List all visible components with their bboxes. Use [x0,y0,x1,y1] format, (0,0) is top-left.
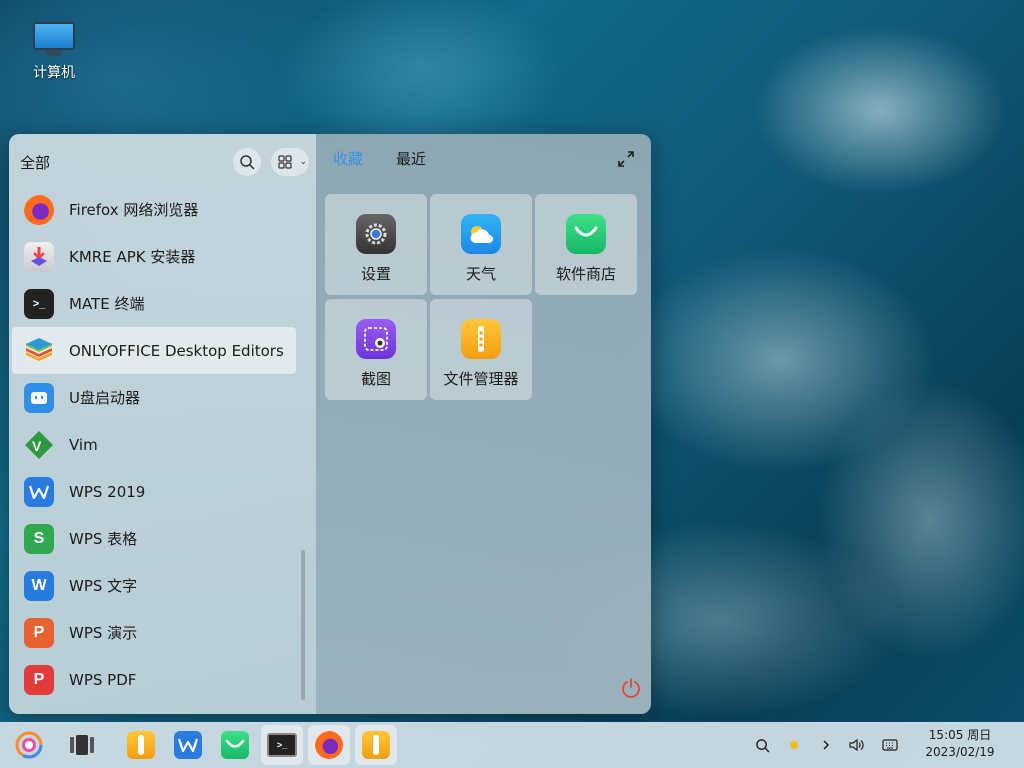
tray-search-button[interactable] [752,735,772,755]
favorites-pane: 收藏 最近 设置 天气 软件商店 截图 文件管理器 [316,134,651,714]
software-store-icon [221,731,249,759]
software-store-icon [566,214,606,254]
tab-favorites[interactable]: 收藏 [333,148,363,169]
app-label: Vim [69,435,98,454]
file-manager-taskbar-button[interactable] [120,725,162,765]
favorite-tile-settings[interactable]: 设置 [325,194,427,295]
app-item-wps-spreadsheet[interactable]: S WPS 表格 [12,515,296,562]
terminal-icon: >_ [24,288,54,319]
clock[interactable]: 15:05 周日 2023/02/19 [918,727,1002,761]
view-mode-button[interactable]: ⌄ [271,148,309,176]
file-manager-icon [127,731,155,759]
app-label: KMRE APK 安装器 [69,248,196,266]
app-item-firefox[interactable]: Firefox 网络浏览器 [12,186,296,233]
app-label: ONLYOFFICE Desktop Editors [69,341,284,360]
all-apps-title: 全部 [20,154,51,172]
volume-icon [849,738,864,752]
app-item-wps-writer[interactable]: W WPS 文字 [12,562,296,609]
app-list: Firefox 网络浏览器 KMRE APK 安装器 >_ MATE 终端 ON… [12,186,296,703]
favorite-tile-weather[interactable]: 天气 [430,194,532,295]
software-store-taskbar-button[interactable] [214,725,256,765]
app-label: U盘启动器 [69,389,140,407]
wps-icon [174,731,202,759]
tray-volume-button[interactable] [847,735,867,755]
wps-taskbar-button[interactable] [167,725,209,765]
taskbar: >_ 15:05 周日 2023/02/19 [0,722,1024,768]
wps-writer-icon: W [24,570,54,601]
file-manager-window-button[interactable] [355,725,397,765]
app-label: MATE 终端 [69,295,145,313]
svg-text:V: V [32,438,42,454]
clock-date: 2023/02/19 [925,745,995,759]
app-item-kmre-apk-installer[interactable]: KMRE APK 安装器 [12,233,296,280]
favorite-tile-screenshot[interactable]: 截图 [325,299,427,400]
tile-label: 文件管理器 [443,370,519,388]
tab-recent[interactable]: 最近 [396,148,426,169]
weather-icon [461,214,501,254]
firefox-taskbar-button[interactable] [308,725,350,765]
start-menu: 全部 ⌄ Firefox 网络浏览器 KMRE APK 安装器 >_ MATE … [9,134,651,714]
wps-pdf-icon: P [24,664,54,695]
apk-installer-icon [24,241,54,272]
multitask-view-button[interactable] [61,725,103,765]
wps-presentation-icon: P [24,617,54,648]
night-mode-icon [790,741,798,749]
fullscreen-icon[interactable] [617,150,635,168]
search-icon [240,155,255,170]
app-item-usb-boot[interactable]: U盘启动器 [12,374,296,421]
power-icon[interactable] [620,677,642,699]
tile-label: 天气 [465,265,496,283]
favorites-tabs: 收藏 最近 [316,148,651,172]
chevron-down-icon: ⌄ [299,157,307,167]
wps-icon [24,476,54,507]
all-apps-pane: 全部 ⌄ Firefox 网络浏览器 KMRE APK 安装器 >_ MATE … [9,134,316,714]
tile-label: 软件商店 [555,265,616,283]
onlyoffice-icon [24,336,54,366]
app-label: Firefox 网络浏览器 [69,201,199,219]
tray-night-mode-button[interactable] [784,735,804,755]
file-manager-icon [362,731,390,759]
app-label: WPS PDF [69,670,137,689]
firefox-icon [315,731,343,759]
app-item-onlyoffice[interactable]: ONLYOFFICE Desktop Editors [12,327,296,374]
app-label: WPS 表格 [69,530,138,548]
computer-icon [33,22,75,56]
keyboard-icon [882,739,898,751]
terminal-icon: >_ [267,733,297,757]
kylin-logo-icon [15,731,43,759]
search-icon [755,738,769,752]
app-item-wps-2019[interactable]: WPS 2019 [12,468,296,515]
multitask-icon [70,735,94,755]
vim-icon: V [24,430,54,460]
app-item-wps-pdf[interactable]: P WPS PDF [12,656,296,703]
tile-label: 截图 [360,370,391,388]
start-menu-button[interactable] [8,725,50,765]
app-list-scrollbar[interactable] [301,550,305,700]
terminal-taskbar-button[interactable]: >_ [261,725,303,765]
usb-boot-icon [24,382,54,413]
clock-time: 15:05 周日 [928,728,992,742]
app-label: WPS 演示 [69,624,138,642]
tile-label: 设置 [360,265,391,283]
wps-spreadsheet-icon: S [24,523,54,554]
app-item-vim[interactable]: V Vim [12,421,296,468]
desktop-icon-label: 计算机 [33,65,75,81]
expand-tray-icon [823,740,830,750]
file-manager-icon [461,319,501,359]
desktop-icon-computer[interactable]: 计算机 [22,22,86,82]
settings-icon [356,214,396,254]
app-item-mate-terminal[interactable]: >_ MATE 终端 [12,280,296,327]
grid-view-icon [278,155,292,169]
screenshot-icon [356,319,396,359]
firefox-icon [24,194,54,225]
app-item-wps-presentation[interactable]: P WPS 演示 [12,609,296,656]
app-label: WPS 2019 [69,482,146,501]
favorite-tile-file-manager[interactable]: 文件管理器 [430,299,532,400]
favorite-tile-software-store[interactable]: 软件商店 [535,194,637,295]
tray-keyboard-button[interactable] [880,735,900,755]
tray-expand-button[interactable] [816,735,836,755]
app-label: WPS 文字 [69,577,138,595]
app-search-button[interactable] [233,148,261,176]
all-apps-header: 全部 ⌄ [9,146,316,176]
